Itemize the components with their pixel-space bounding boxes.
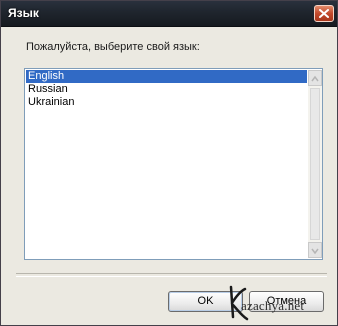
scroll-up-button[interactable] (308, 70, 322, 86)
list-item-english[interactable]: English (26, 70, 307, 83)
title-bar[interactable]: Язык (1, 1, 337, 27)
close-button[interactable] (314, 5, 334, 22)
scroll-track[interactable] (310, 88, 320, 240)
chevron-down-icon (311, 248, 319, 255)
close-icon (319, 9, 329, 18)
language-dialog: Язык Пожалуйста, выберите свой язык: Eng… (0, 0, 338, 326)
list-item-ukrainian[interactable]: Ukrainian (26, 96, 307, 109)
ok-button[interactable]: OK (168, 291, 243, 312)
scroll-down-button[interactable] (308, 242, 322, 258)
language-list[interactable]: English Russian Ukrainian (24, 68, 323, 260)
language-prompt: Пожалуйста, выберите свой язык: (26, 41, 200, 53)
window-title: Язык (8, 6, 39, 20)
list-item-russian[interactable]: Russian (26, 83, 307, 96)
chevron-up-icon (311, 75, 319, 82)
vertical-scrollbar[interactable] (308, 70, 322, 258)
cancel-button[interactable]: Отмена (249, 291, 324, 312)
separator (16, 273, 327, 277)
